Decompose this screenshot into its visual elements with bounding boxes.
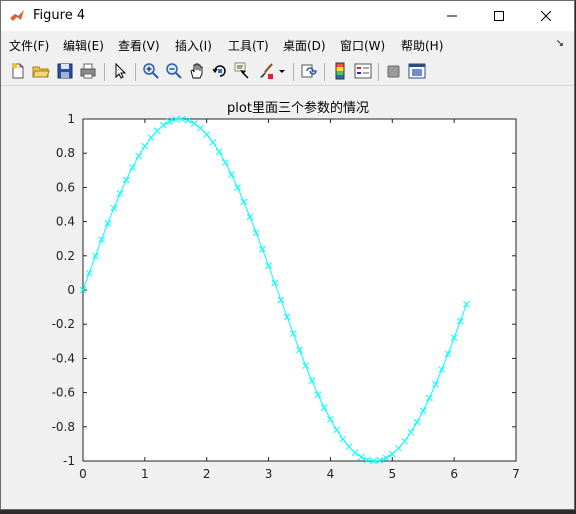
zoom-in-icon: [143, 63, 159, 79]
show-plot-tools-icon: [408, 63, 426, 79]
zoom-in-button[interactable]: [142, 62, 160, 80]
y-tick-label: 0: [67, 283, 75, 297]
x-tick-label: 7: [512, 467, 520, 481]
menu-desktop[interactable]: 桌面(D): [283, 37, 326, 54]
minimize-icon: [447, 15, 457, 17]
new-figure-icon: [12, 63, 24, 79]
minimize-button[interactable]: [429, 1, 475, 31]
x-tick-label: 5: [388, 467, 396, 481]
save-icon: [57, 63, 73, 79]
data-cursor-button[interactable]: [234, 62, 252, 80]
y-tick-label: -0.4: [52, 351, 75, 365]
y-tick-label: 0.8: [56, 146, 75, 160]
matlab-logo-icon: [10, 10, 24, 21]
x-tick-label: 6: [450, 467, 458, 481]
window-title: Figure 4: [33, 8, 86, 23]
y-tick-label: -0.6: [52, 386, 75, 400]
menu-insert[interactable]: 插入(I): [175, 37, 212, 54]
x-tick-label: 0: [79, 467, 87, 481]
plot-svg: plot里面三个参数的情况 0 1 2 3 4 5 6 7 1 0.8 0.6 0.4 0.2 0 -0.2…: [52, 100, 520, 481]
pan-hand-icon: [190, 63, 203, 79]
insert-colorbar-icon: [335, 62, 345, 80]
x-tick-label: 3: [265, 467, 273, 481]
insert-legend-icon: [354, 63, 372, 79]
brush-dropdown-icon: [279, 70, 285, 73]
menu-window[interactable]: 窗口(W): [340, 37, 385, 54]
y-tick-label: -0.2: [52, 317, 75, 331]
pan-button[interactable]: [188, 62, 206, 80]
print-button[interactable]: [79, 62, 97, 80]
axes-box[interactable]: [82, 118, 517, 462]
menu-edit[interactable]: 编辑(E): [63, 37, 104, 54]
menu-file[interactable]: 文件(F): [9, 37, 49, 54]
y-tick-label: 0.6: [56, 180, 75, 194]
x-tick-label: 1: [141, 467, 149, 481]
brush-button[interactable]: [257, 62, 275, 80]
show-plot-tools-button[interactable]: [408, 62, 426, 80]
zoom-out-icon: [166, 63, 182, 79]
toolbar-separator: [104, 63, 105, 81]
edit-plot-button[interactable]: [111, 62, 129, 80]
x-tick-label: 4: [327, 467, 335, 481]
close-button[interactable]: [523, 1, 569, 31]
data-cursor-icon: [234, 62, 249, 79]
open-file-icon: [32, 66, 50, 78]
chart-title: plot里面三个参数的情况: [227, 100, 369, 116]
x-tick-label: 2: [203, 467, 211, 481]
link-plot-icon: [301, 64, 317, 78]
toolbar-separator: [324, 63, 325, 81]
toolbar-separator: [135, 63, 136, 81]
hide-plot-tools-button[interactable]: [385, 62, 403, 80]
brush-dropdown-button[interactable]: [277, 62, 287, 80]
maximize-icon: [494, 11, 504, 21]
link-plot-button[interactable]: [300, 62, 318, 80]
menu-tools[interactable]: 工具(T): [228, 37, 269, 54]
y-tick-label: 0.4: [56, 215, 75, 229]
print-icon: [80, 63, 96, 79]
insert-colorbar-button[interactable]: [331, 62, 349, 80]
maximize-button[interactable]: [476, 1, 522, 31]
menu-view[interactable]: 查看(V): [118, 37, 160, 54]
menu-bar: 文件(F) 编辑(E) 查看(V) 插入(I) 工具(T) 桌面(D) 窗口(W…: [1, 32, 574, 56]
y-tick-label: -0.8: [52, 420, 75, 434]
rotate-3d-icon: [212, 65, 226, 77]
save-button[interactable]: [56, 62, 74, 80]
open-file-button[interactable]: [32, 62, 50, 80]
figure-window: Figure 4 文件(F) 编辑(E) 查看(V) 插入(I) 工具(T) 桌…: [0, 0, 575, 510]
figure-canvas: plot里面三个参数的情况 0 1 2 3 4 5 6 7 1 0.8 0.6 0.4 0.2 0 -0.2…: [9, 87, 569, 505]
zoom-out-button[interactable]: [165, 62, 183, 80]
toolbar-separator: [378, 63, 379, 81]
toolbar-separator: [293, 63, 294, 81]
menu-help[interactable]: 帮助(H): [401, 37, 443, 54]
hide-plot-tools-icon: [387, 65, 400, 78]
title-bar[interactable]: Figure 4: [1, 1, 574, 31]
rotate-3d-button[interactable]: [211, 62, 229, 80]
y-tick-label: 0.2: [56, 249, 75, 263]
figure-toolbar: [1, 59, 574, 86]
menu-overflow-arrow[interactable]: ↘: [556, 38, 564, 49]
y-tick-label: -1: [63, 454, 75, 468]
insert-legend-button[interactable]: [354, 62, 372, 80]
new-figure-button[interactable]: [9, 62, 27, 80]
edit-plot-arrow-icon: [115, 62, 127, 79]
y-tick-label: 1: [67, 112, 75, 126]
close-icon: [541, 11, 551, 21]
brush-icon: [260, 63, 273, 79]
